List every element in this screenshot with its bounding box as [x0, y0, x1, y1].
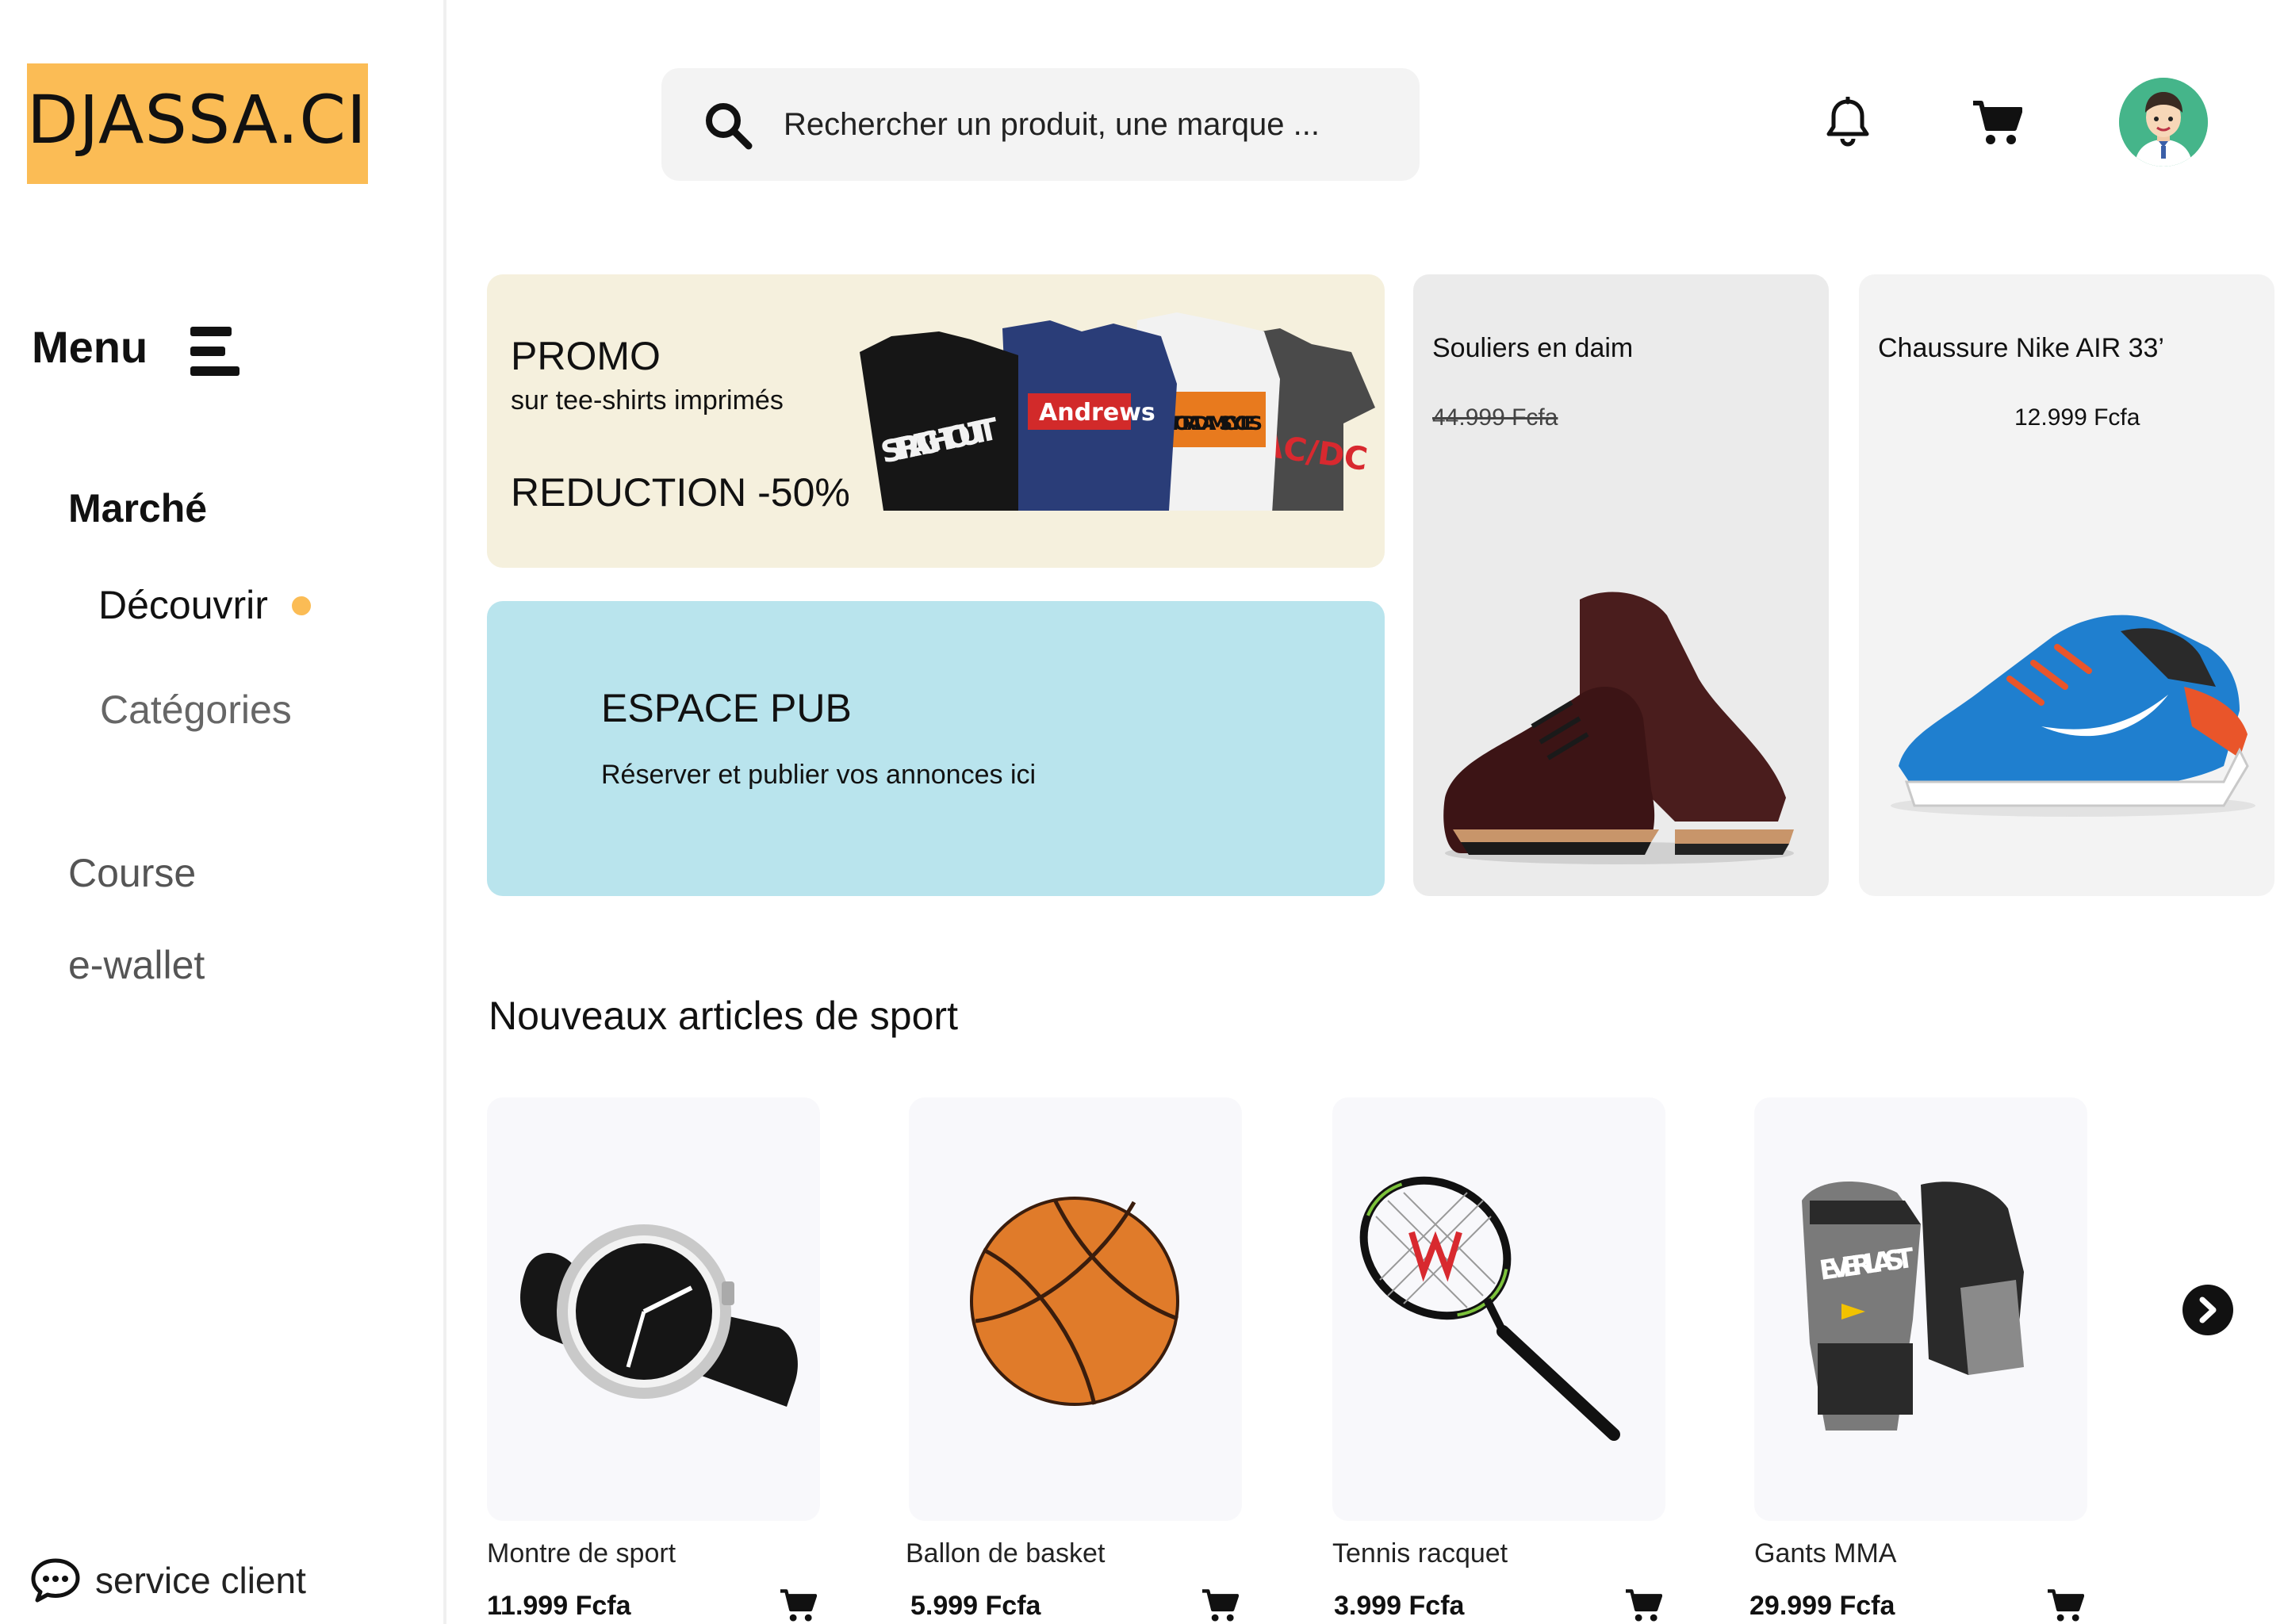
mma-gloves-image: EVERLAST: [1802, 1182, 2024, 1431]
search-input[interactable]: [784, 97, 1386, 152]
add-to-cart-icon[interactable]: [2046, 1588, 2084, 1622]
watch-image: [520, 1224, 798, 1407]
carousel-next-button[interactable]: [2182, 1285, 2233, 1335]
add-to-cart-icon[interactable]: [779, 1588, 817, 1622]
suede-shoe-image: [1443, 592, 1794, 864]
ad-space-banner[interactable]: ESPACE PUB Réserver et publier vos annon…: [487, 601, 1385, 896]
product-name: Tennis racquet: [1332, 1538, 1508, 1568]
add-to-cart-icon[interactable]: [1201, 1588, 1239, 1622]
bell-icon[interactable]: [1824, 97, 1872, 149]
sidebar-item-course[interactable]: Course: [68, 850, 196, 896]
cart-icon[interactable]: [1972, 98, 2022, 146]
service-client-label: service client: [95, 1560, 306, 1601]
promo-banner[interactable]: PROMO sur tee-shirts imprimés REDUCTION …: [487, 274, 1385, 568]
featured-product-name: Souliers en daim: [1432, 333, 1634, 363]
promo-reduction: REDUCTION -50%: [511, 470, 850, 515]
featured-product-card[interactable]: Chaussure Nike AIR 33’ 12.999 Fcfa: [1859, 274, 2274, 896]
tee-text-andrews: Andrews: [1039, 399, 1155, 427]
menu-title: Menu: [32, 322, 148, 372]
product-price: 11.999 Fcfa: [487, 1591, 631, 1621]
product-card[interactable]: [487, 1097, 820, 1521]
sidebar-item-decouvrir[interactable]: Découvrir: [98, 582, 268, 628]
sidebar-item-ewallet[interactable]: e-wallet: [68, 942, 205, 988]
product-price: 3.999 Fcfa: [1334, 1591, 1465, 1621]
service-client-link[interactable]: service client: [30, 1553, 306, 1608]
product-price: 29.999 Fcfa: [1749, 1591, 1895, 1621]
featured-product-card[interactable]: Souliers en daim 44.999 Fcfa: [1413, 274, 1829, 896]
search-icon[interactable]: [703, 100, 753, 151]
featured-product-name: Chaussure Nike AIR 33’: [1878, 333, 2164, 363]
ad-space-subtitle: Réserver et publier vos annonces ici: [601, 760, 1037, 790]
avatar[interactable]: [2119, 78, 2208, 167]
section-title: Nouveaux articles de sport: [489, 994, 958, 1038]
add-to-cart-icon[interactable]: [1624, 1588, 1662, 1622]
basketball-image: [970, 1197, 1179, 1406]
sidebar: DJASSA.CI Menu Marché Découvrir Catégori…: [0, 0, 446, 1624]
chevron-right-icon: [2199, 1297, 2217, 1323]
product-name: Montre de sport: [487, 1538, 676, 1568]
product-name: Ballon de basket: [906, 1538, 1106, 1568]
sidebar-item-categories[interactable]: Catégories: [100, 687, 292, 733]
ad-space-title: ESPACE PUB: [601, 686, 852, 730]
sidebar-item-marche[interactable]: Marché: [68, 485, 207, 531]
logo[interactable]: DJASSA.CI: [27, 81, 431, 159]
product-card[interactable]: [909, 1097, 1242, 1521]
menu-icon[interactable]: [190, 327, 241, 376]
promo-subtitle: sur tee-shirts imprimés: [511, 385, 784, 416]
nike-sneaker-image: [1891, 615, 2255, 817]
product-card[interactable]: [1332, 1097, 1665, 1521]
featured-product-price: 12.999 Fcfa: [2014, 404, 2140, 431]
product-card[interactable]: EVERLAST: [1754, 1097, 2087, 1521]
featured-product-price: 44.999 Fcfa: [1432, 404, 1558, 431]
tennis-racquet-image: [1359, 1176, 1620, 1441]
search-bar[interactable]: [661, 68, 1420, 181]
tshirts-image: AC/DC MOTOR ADAMS CYCLES Andrews STRAIGH…: [860, 312, 1375, 511]
product-price: 5.999 Fcfa: [910, 1591, 1041, 1621]
user-avatar-icon: [2119, 78, 2208, 167]
product-name: Gants MMA: [1754, 1538, 1897, 1568]
promo-title: PROMO: [511, 334, 661, 378]
active-indicator-dot: [292, 596, 311, 615]
chat-bubble-icon: [31, 1558, 80, 1603]
